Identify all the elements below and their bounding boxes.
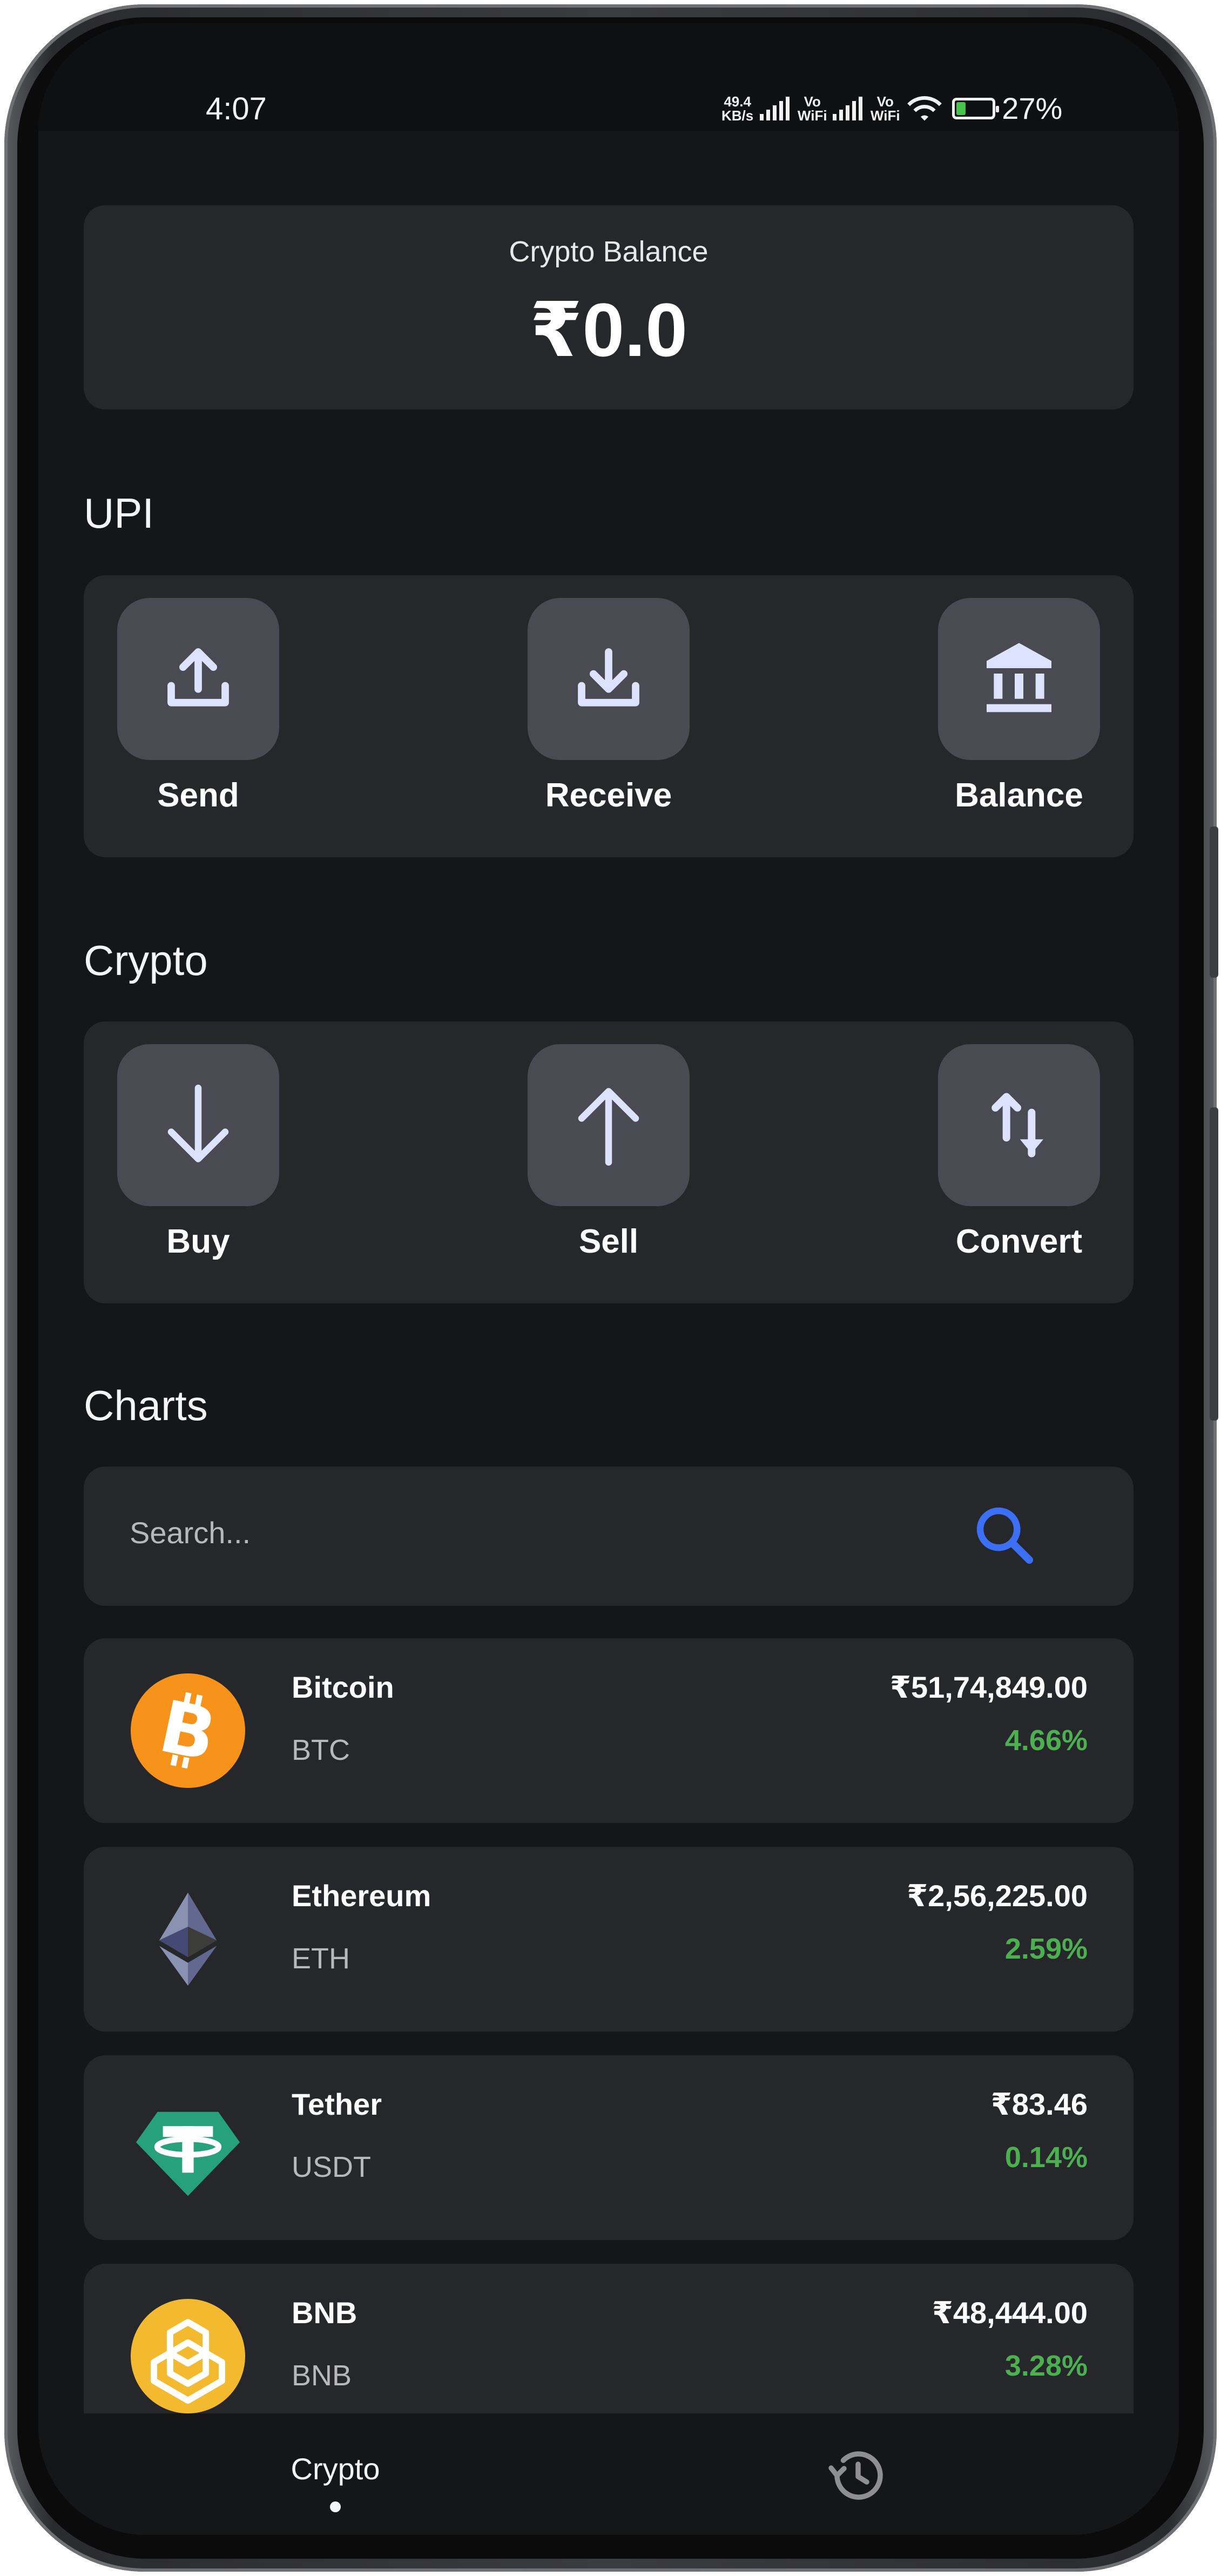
arrow-up-icon bbox=[578, 1088, 639, 1166]
search-input[interactable]: Search... bbox=[130, 1515, 251, 1550]
convert-label: Convert bbox=[955, 1223, 1083, 1260]
upi-section-title: UPI bbox=[84, 489, 154, 537]
coin-name: Bitcoin bbox=[292, 1670, 394, 1704]
receive-icon-container[interactable] bbox=[528, 598, 690, 760]
coin-symbol: USDT bbox=[292, 2151, 371, 2183]
battery-icon bbox=[952, 97, 1000, 119]
coin-name: Tether bbox=[292, 2087, 382, 2121]
coin-change: 2.59% bbox=[1004, 1933, 1088, 1965]
coin-change: 3.28% bbox=[1004, 2350, 1088, 2382]
bank-icon bbox=[987, 643, 1051, 712]
coin-symbol: ETH bbox=[292, 1942, 350, 1975]
coin-row-tether[interactable]: Tether USDT ₹83.46 0.14% bbox=[84, 2055, 1134, 2240]
send-label: Send bbox=[157, 777, 239, 814]
crypto-actions-card: Buy Sell Convert bbox=[84, 1021, 1134, 1303]
wifi-icon bbox=[907, 96, 942, 120]
status-bar: 4:07 49.4 KB/s Vo WiFi Vo WiFi 27% bbox=[38, 23, 1179, 131]
sell-button[interactable]: Sell bbox=[528, 1044, 690, 1261]
send-icon-container[interactable] bbox=[117, 598, 279, 760]
charts-section-title: Charts bbox=[84, 1382, 208, 1429]
volte-1-label: Vo WiFi bbox=[797, 93, 827, 124]
coin-price: ₹2,56,225.00 bbox=[907, 1879, 1088, 1913]
convert-button[interactable]: Convert bbox=[938, 1044, 1100, 1261]
coin-change: 4.66% bbox=[1004, 1724, 1088, 1757]
search-bar[interactable]: Search... bbox=[84, 1467, 1134, 1606]
coin-change: 0.14% bbox=[1004, 2141, 1088, 2174]
bnb-icon bbox=[131, 2299, 245, 2413]
app-screen: 4:07 49.4 KB/s Vo WiFi Vo WiFi 27% Crypt… bbox=[38, 23, 1179, 2535]
battery-percent: 27% bbox=[1002, 91, 1063, 125]
coin-symbol: BTC bbox=[292, 1734, 350, 1766]
receive-button[interactable]: Receive bbox=[528, 598, 690, 815]
receive-label: Receive bbox=[545, 777, 672, 814]
download-icon bbox=[578, 648, 639, 707]
balance-button[interactable]: Balance bbox=[938, 598, 1100, 815]
crypto-section-title: Crypto bbox=[84, 937, 208, 984]
status-time: 4:07 bbox=[206, 91, 267, 126]
balance-value: ₹0.0 bbox=[529, 287, 688, 372]
send-button[interactable]: Send bbox=[117, 598, 279, 815]
convert-icon-container[interactable] bbox=[938, 1044, 1100, 1206]
power-button bbox=[1210, 1107, 1218, 1421]
nav-crypto-label: Crypto bbox=[291, 2452, 380, 2486]
bitcoin-icon: B bbox=[131, 1673, 245, 1788]
coin-price: ₹48,444.00 bbox=[932, 2296, 1088, 2330]
balance-label-text: Balance bbox=[955, 777, 1083, 814]
status-icons: 49.4 KB/s Vo WiFi Vo WiFi 27% bbox=[721, 91, 1062, 126]
balance-icon-container[interactable] bbox=[938, 598, 1100, 760]
upi-actions-card: Send Receive Balance bbox=[84, 575, 1134, 857]
coin-price: ₹51,74,849.00 bbox=[890, 1670, 1088, 1704]
volte-2-label: Vo WiFi bbox=[870, 93, 900, 124]
sell-icon-container[interactable] bbox=[528, 1044, 690, 1206]
signal-1-icon bbox=[760, 96, 790, 120]
crypto-balance-card: Crypto Balance ₹0.0 bbox=[84, 205, 1134, 409]
coin-price: ₹83.46 bbox=[990, 2087, 1088, 2121]
coin-symbol: BNB bbox=[292, 2359, 352, 2392]
coin-name: Ethereum bbox=[292, 1879, 431, 1913]
arrow-down-icon bbox=[167, 1085, 229, 1162]
buy-icon-container[interactable] bbox=[117, 1044, 279, 1206]
nav-active-dot bbox=[330, 2501, 341, 2512]
coin-row-ethereum[interactable]: Ethereum ETH ₹2,56,225.00 2.59% bbox=[84, 1847, 1134, 2032]
upload-icon bbox=[167, 648, 229, 707]
ethereum-icon bbox=[159, 1892, 217, 1986]
buy-button[interactable]: Buy bbox=[117, 1044, 279, 1261]
nav-tab-crypto[interactable]: Crypto bbox=[254, 2451, 416, 2512]
volume-button bbox=[1210, 826, 1218, 978]
sell-label: Sell bbox=[578, 1223, 639, 1260]
history-icon[interactable] bbox=[824, 2443, 889, 2508]
coin-name: BNB bbox=[292, 2296, 357, 2330]
search-icon[interactable] bbox=[969, 1500, 1040, 1570]
tether-icon bbox=[136, 2111, 240, 2196]
net-speed: 49.4 KB/s bbox=[721, 93, 754, 124]
signal-2-icon bbox=[833, 96, 863, 120]
coin-row-bitcoin[interactable]: B Bitcoin BTC ₹51,74,849.00 4.66% bbox=[84, 1638, 1134, 1823]
buy-label: Buy bbox=[166, 1223, 230, 1260]
balance-label: Crypto Balance bbox=[509, 236, 709, 268]
swap-vertical-icon bbox=[991, 1093, 1043, 1158]
bottom-nav: Crypto bbox=[38, 2413, 1179, 2535]
